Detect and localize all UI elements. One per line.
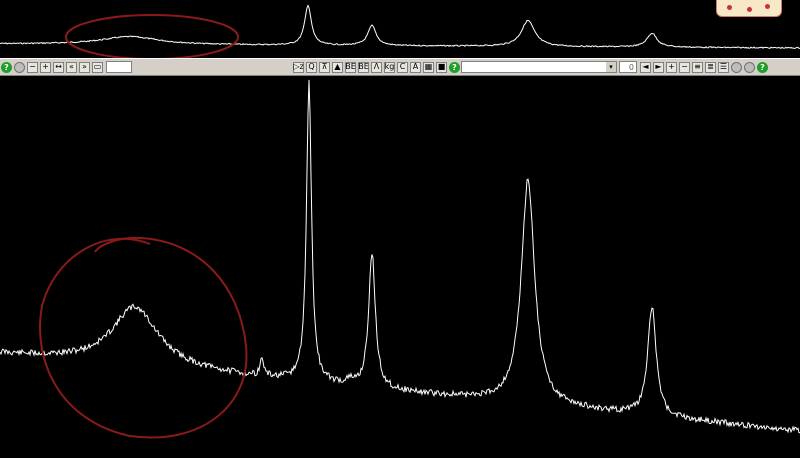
peak-pick-icon[interactable]: ⊼ [319, 61, 330, 73]
stop-icon[interactable] [731, 61, 742, 73]
overview-annotation-circle [65, 14, 239, 60]
prev-icon[interactable]: ◄ [640, 61, 651, 73]
crosshair-icon[interactable]: + [40, 61, 51, 73]
shift-right-icon[interactable]: » [79, 61, 90, 73]
cut-icon[interactable]: A [410, 61, 421, 73]
refresh-icon[interactable] [744, 61, 755, 73]
grid-icon[interactable]: ▦ [423, 61, 434, 73]
expand-icon[interactable]: ↔ [53, 61, 64, 73]
magnify-icon[interactable]: Q [306, 61, 317, 73]
spectrum-toolbar: ? − + ↔ « » ▭ ▷z Q ⊼ ▲ BE BE Λkg C A ▦ ■? ▾ 0 ◄ ► … [0, 58, 800, 76]
fit-icon[interactable]: ▭ [92, 61, 103, 73]
scale-icon[interactable]: ≡ [692, 61, 703, 73]
overlay-icon[interactable]: ≣ [705, 61, 716, 73]
baseline2-icon[interactable]: BE [358, 61, 369, 73]
overview-spectrum-trace [0, 4, 800, 49]
record-icon[interactable] [14, 61, 25, 73]
main-annotation-circle [39, 236, 248, 439]
zoom-field[interactable] [106, 61, 132, 73]
layout-icon[interactable]: ■ [436, 61, 447, 73]
baseline-icon[interactable]: BE [345, 61, 356, 73]
zoom-out-icon[interactable]: − [679, 61, 690, 73]
help-icon-right[interactable]: ? [757, 61, 768, 73]
tool-icon-group: ▷z Q ⊼ ▲ BE BE Λkg C A ▦ ■? [292, 61, 461, 73]
logo-dot [727, 5, 732, 10]
main-spectrum-trace [0, 79, 800, 434]
logo-dot [765, 4, 770, 9]
overview-spectrum-panel[interactable] [0, 0, 800, 60]
help-icon-2[interactable]: ? [449, 61, 460, 73]
main-spectrum-plot [0, 79, 800, 439]
integrate-icon[interactable]: ▲ [332, 61, 343, 73]
shift-left-icon[interactable]: « [66, 61, 77, 73]
overview-spectrum-plot [0, 4, 800, 60]
multiplet-icon[interactable]: Λ [371, 61, 382, 73]
app-logo [716, 0, 782, 17]
minus-icon[interactable]: − [27, 61, 38, 73]
zoom-in-icon[interactable]: + [666, 61, 677, 73]
help-icon[interactable]: ? [1, 61, 12, 73]
main-spectrum-panel[interactable] [0, 76, 800, 454]
logo-dot [747, 7, 752, 12]
chevron-down-icon[interactable]: ▾ [606, 62, 616, 72]
kg-icon[interactable]: kg [384, 61, 395, 73]
calibrate-icon[interactable]: C [397, 61, 408, 73]
counter-field[interactable]: 0 [619, 61, 637, 73]
stack-icon[interactable]: ☰ [718, 61, 729, 73]
next-icon[interactable]: ► [653, 61, 664, 73]
select-zoom-icon[interactable]: ▷z [293, 61, 304, 73]
spectrum-select[interactable]: ▾ [461, 61, 617, 73]
